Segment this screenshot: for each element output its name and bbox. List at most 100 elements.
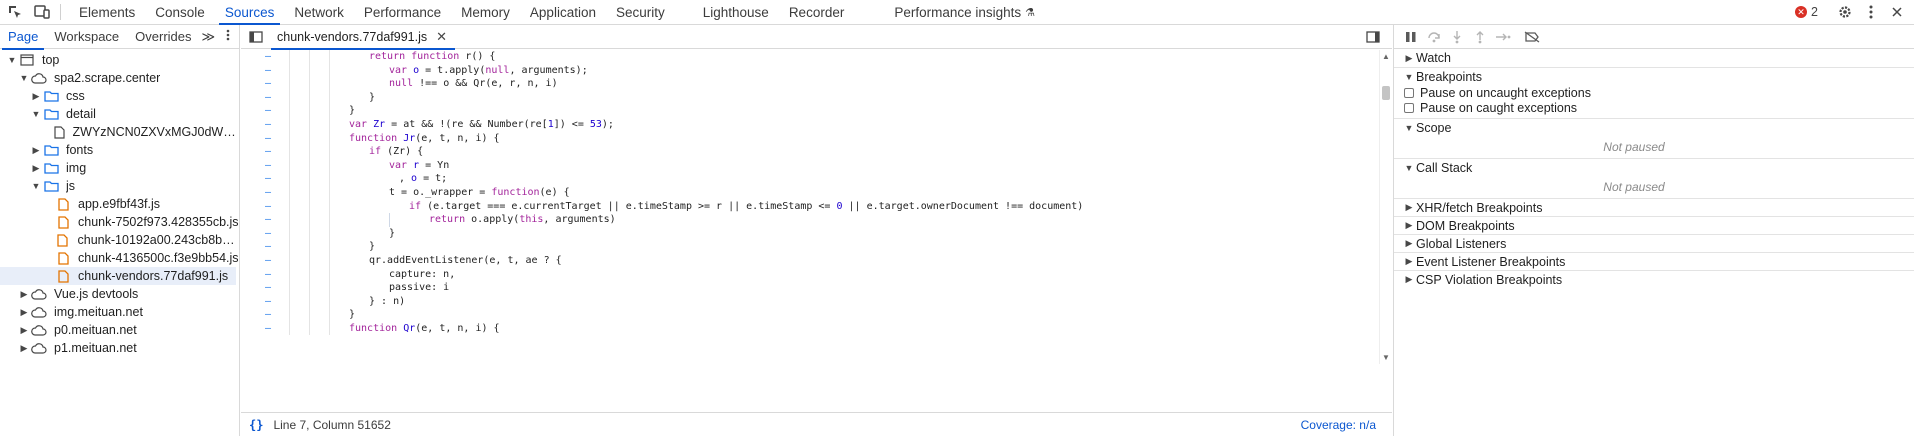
code-line[interactable]: – function Jr(e, t, n, i) {	[241, 131, 1379, 146]
gutter-mark[interactable]: –	[265, 172, 271, 186]
tree-file[interactable]: app.e9fbf43f.js	[0, 195, 239, 213]
section-xhr-breakpoints[interactable]: ▶ XHR/fetch Breakpoints	[1394, 198, 1914, 216]
code-line[interactable]: – t = o._wrapper = function(e) {	[241, 185, 1379, 200]
code-line[interactable]: –}	[241, 90, 1379, 105]
pause-uncaught-checkbox[interactable]: Pause on uncaught exceptions	[1394, 85, 1914, 100]
gutter-mark[interactable]: –	[265, 77, 271, 91]
settings-gear-icon[interactable]	[1832, 1, 1858, 23]
code-line[interactable]: – capture: n,	[241, 267, 1379, 282]
gutter-mark[interactable]: –	[265, 50, 271, 64]
gutter-mark[interactable]: –	[265, 132, 271, 146]
toggle-debugger-icon[interactable]	[1360, 26, 1386, 48]
gutter-mark[interactable]: –	[265, 322, 271, 336]
tree-folder[interactable]: ▼ detail	[0, 105, 239, 123]
scroll-down-icon[interactable]: ▼	[1382, 353, 1390, 362]
gutter-mark[interactable]: –	[265, 186, 271, 200]
editor-scrollbar[interactable]: ▲ ▼	[1379, 50, 1392, 364]
section-global-listeners[interactable]: ▶ Global Listeners	[1394, 234, 1914, 252]
gutter-mark[interactable]: –	[265, 213, 271, 227]
tree-folder[interactable]: ▶ fonts	[0, 141, 239, 159]
step-icon[interactable]	[1492, 26, 1514, 48]
code-line[interactable]: –}	[241, 308, 1379, 322]
section-breakpoints[interactable]: ▼ Breakpoints	[1394, 67, 1914, 85]
code-line[interactable]: – var Zr = at && !(re && Number(re[1]) <=…	[241, 117, 1379, 132]
code-line[interactable]: – , o = t;	[241, 172, 1379, 186]
gutter-mark[interactable]: –	[265, 295, 271, 309]
tree-origin[interactable]: ▼ spa2.scrape.center	[0, 69, 239, 87]
tree-origin[interactable]: ▶ p0.meituan.net	[0, 321, 239, 339]
scroll-thumb[interactable]	[1382, 86, 1390, 100]
navigator-menu-icon[interactable]	[217, 29, 239, 44]
tab-application[interactable]: Application	[520, 0, 606, 24]
tab-memory[interactable]: Memory	[451, 0, 520, 24]
code-line[interactable]: –}	[241, 240, 1379, 254]
gutter-mark[interactable]: –	[265, 240, 271, 254]
tree-folder[interactable]: ▼ js	[0, 177, 239, 195]
gutter-mark[interactable]: –	[265, 227, 271, 241]
pause-caught-checkbox[interactable]: Pause on caught exceptions	[1394, 100, 1914, 115]
checkbox-box[interactable]	[1404, 102, 1414, 113]
section-csp-breakpoints[interactable]: ▶ CSP Violation Breakpoints	[1394, 270, 1914, 288]
tab-performance-insights[interactable]: Performance insights ⚗	[884, 0, 1045, 24]
pause-icon[interactable]	[1400, 26, 1422, 48]
tree-origin[interactable]: ▶ Vue.js devtools	[0, 285, 239, 303]
step-over-icon[interactable]	[1423, 26, 1445, 48]
gutter-mark[interactable]: –	[265, 118, 271, 132]
section-watch[interactable]: ▶ Watch	[1394, 49, 1914, 67]
deactivate-breakpoints-icon[interactable]	[1521, 26, 1543, 48]
gutter-mark[interactable]: –	[265, 91, 271, 105]
gutter-mark[interactable]: –	[265, 200, 271, 214]
close-icon[interactable]	[1884, 1, 1910, 23]
error-counter[interactable]: ✕ 2	[1795, 5, 1818, 19]
more-options-icon[interactable]	[1858, 1, 1884, 23]
tab-overrides[interactable]: Overrides	[127, 25, 199, 49]
section-call-stack[interactable]: ▼ Call Stack	[1394, 158, 1914, 176]
gutter-mark[interactable]: –	[265, 254, 271, 268]
tree-file[interactable]: chunk-10192a00.243cb8b7.js	[0, 231, 239, 249]
code-line[interactable]: – if (e.target === e.currentTarget || e.t…	[241, 199, 1379, 214]
code-view[interactable]: – return function r() {– var o = t.apply(n…	[241, 50, 1379, 364]
code-line[interactable]: –}	[241, 104, 1379, 118]
section-dom-breakpoints[interactable]: ▶ DOM Breakpoints	[1394, 216, 1914, 234]
code-line[interactable]: –} : n)	[241, 294, 1379, 309]
tab-lighthouse[interactable]: Lighthouse	[693, 0, 779, 24]
code-line[interactable]: – var o = t.apply(null, arguments);	[241, 63, 1379, 78]
code-line[interactable]: – null !== o && Qr(e, r, n, i)	[241, 77, 1379, 91]
toggle-navigator-icon[interactable]	[243, 26, 269, 48]
scroll-up-icon[interactable]: ▲	[1382, 52, 1390, 61]
close-tab-icon[interactable]: ✕	[436, 29, 447, 45]
tree-file[interactable]: chunk-4136500c.f3e9bb54.js	[0, 249, 239, 267]
tab-network[interactable]: Network	[284, 0, 354, 24]
code-line[interactable]: – return o.apply(this, arguments)	[241, 213, 1379, 227]
tab-page[interactable]: Page	[0, 25, 46, 50]
tree-origin[interactable]: ▼ top	[0, 51, 239, 69]
gutter-mark[interactable]: –	[265, 145, 271, 159]
tree-file[interactable]: ZWYzNCN0ZXVxMGJ0dWEjKC01...	[0, 123, 239, 141]
code-line[interactable]: –}	[241, 226, 1379, 241]
tab-workspace[interactable]: Workspace	[46, 25, 127, 49]
tab-performance[interactable]: Performance	[354, 0, 451, 24]
tab-sources[interactable]: Sources	[215, 0, 285, 25]
checkbox-box[interactable]	[1404, 87, 1414, 98]
step-out-icon[interactable]	[1469, 26, 1491, 48]
tree-file[interactable]: chunk-7502f973.428355cb.js	[0, 213, 239, 231]
device-toggle-icon[interactable]	[30, 1, 54, 23]
code-line[interactable]: – qr.addEventListener(e, t, ae ? {	[241, 253, 1379, 268]
tree-folder[interactable]: ▶ img	[0, 159, 239, 177]
tab-security[interactable]: Security	[606, 0, 675, 24]
step-into-icon[interactable]	[1446, 26, 1468, 48]
code-line[interactable]: – passive: i	[241, 281, 1379, 295]
tree-origin[interactable]: ▶ p1.meituan.net	[0, 339, 239, 357]
gutter-mark[interactable]: –	[265, 159, 271, 173]
tab-recorder[interactable]: Recorder	[779, 0, 855, 24]
gutter-mark[interactable]: –	[265, 104, 271, 118]
tab-console[interactable]: Console	[145, 0, 215, 24]
inspect-element-icon[interactable]	[3, 1, 27, 23]
section-event-listener-breakpoints[interactable]: ▶ Event Listener Breakpoints	[1394, 252, 1914, 270]
tree-file[interactable]: chunk-vendors.77daf991.js	[0, 267, 236, 285]
section-scope[interactable]: ▼ Scope	[1394, 118, 1914, 136]
tree-origin[interactable]: ▶ img.meituan.net	[0, 303, 239, 321]
tree-folder[interactable]: ▶ css	[0, 87, 239, 105]
editor-file-tab[interactable]: chunk-vendors.77daf991.js ✕	[271, 25, 456, 50]
tab-elements[interactable]: Elements	[69, 0, 145, 24]
